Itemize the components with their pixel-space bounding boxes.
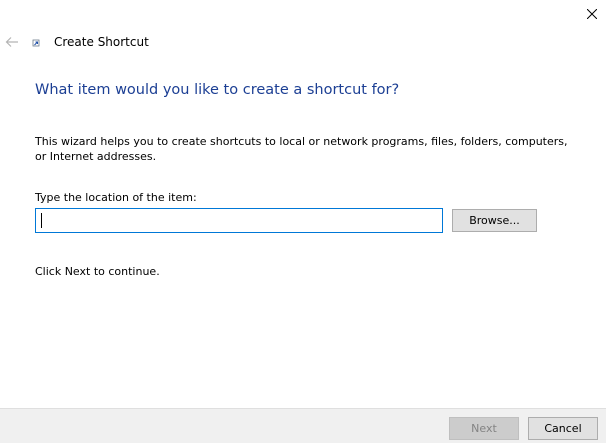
- back-button[interactable]: [3, 33, 21, 51]
- create-shortcut-window: Create Shortcut What item would you like…: [0, 0, 606, 443]
- close-icon: [587, 9, 597, 19]
- cancel-button[interactable]: Cancel: [528, 417, 598, 440]
- close-button[interactable]: [578, 0, 606, 28]
- wizard-description: This wizard helps you to create shortcut…: [35, 135, 568, 163]
- continue-instruction: Click Next to continue.: [35, 265, 160, 278]
- next-button[interactable]: Next: [449, 417, 519, 440]
- text-caret: [41, 213, 42, 228]
- wizard-title: Create Shortcut: [54, 35, 149, 49]
- page-heading: What item would you like to create a sho…: [35, 82, 400, 98]
- browse-button[interactable]: Browse...: [452, 209, 537, 232]
- back-arrow-icon: [5, 37, 18, 47]
- shortcut-icon: [32, 39, 40, 47]
- location-input[interactable]: [35, 208, 443, 233]
- location-label: Type the location of the item:: [35, 191, 197, 204]
